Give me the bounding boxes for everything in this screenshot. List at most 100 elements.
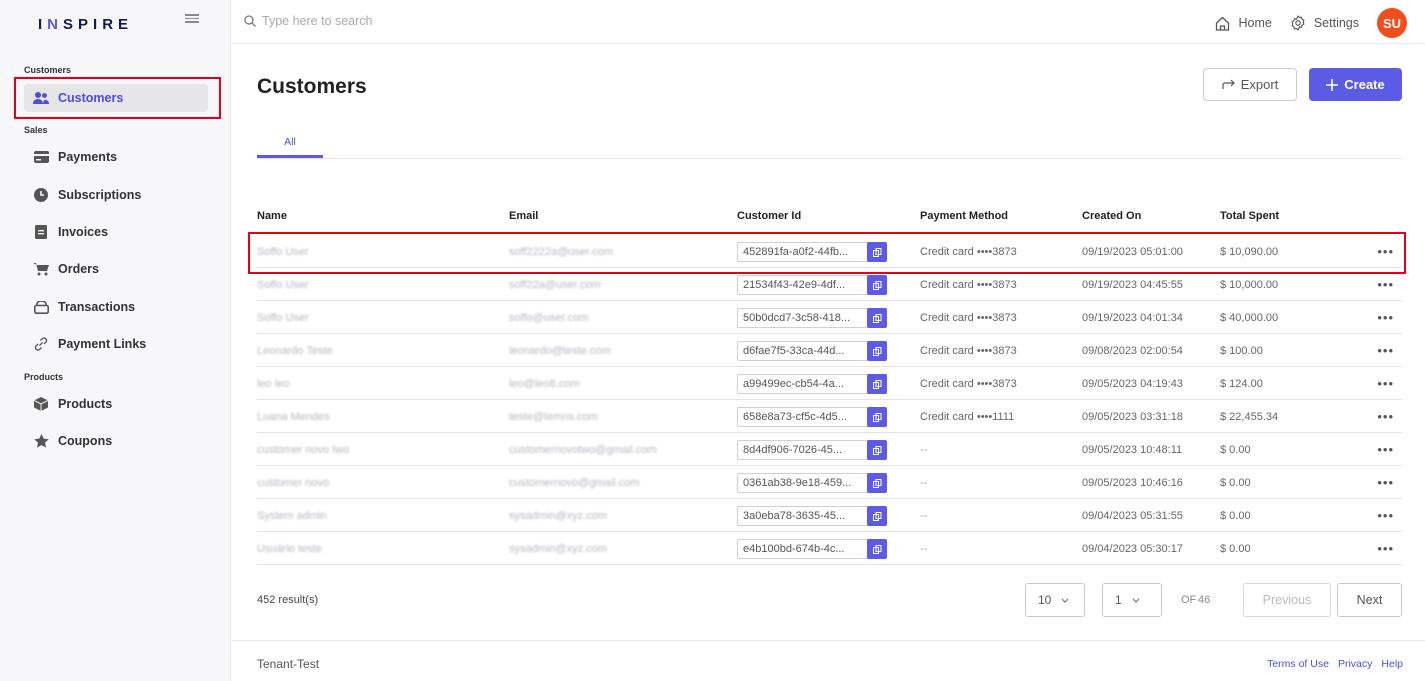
page-size-select[interactable]: 10 bbox=[1025, 583, 1085, 617]
column-header-created-on[interactable]: Created On bbox=[1082, 210, 1141, 222]
of-label: OF bbox=[1181, 594, 1197, 606]
customer-id-field[interactable]: 658e8a73-cf5c-4d5... bbox=[737, 407, 887, 427]
more-options-icon[interactable]: ••• bbox=[1377, 367, 1394, 400]
customer-id-value: 658e8a73-cf5c-4d5... bbox=[743, 411, 847, 423]
more-options-icon[interactable]: ••• bbox=[1377, 466, 1394, 499]
cell-name: Luana Mendes bbox=[257, 410, 330, 423]
customer-id-field[interactable]: 50b0dcd7-3c58-418... bbox=[737, 308, 887, 328]
customer-id-field[interactable]: a99499ec-cb54-4a... bbox=[737, 374, 887, 394]
copy-icon[interactable] bbox=[867, 407, 887, 427]
more-options-icon[interactable]: ••• bbox=[1377, 301, 1394, 334]
total-pages: 46 bbox=[1198, 594, 1211, 606]
customer-id-value: a99499ec-cb54-4a... bbox=[743, 378, 844, 390]
logo-row: INSPIRE bbox=[0, 0, 231, 44]
sidebar-item-subscriptions[interactable]: Subscriptions bbox=[24, 181, 208, 209]
table-row[interactable]: Leonardo Teste leonardo@teste.com d6fae7… bbox=[257, 334, 1402, 367]
sidebar-item-payments[interactable]: Payments bbox=[24, 143, 208, 171]
section-label-sales: Sales bbox=[24, 125, 48, 135]
copy-icon[interactable] bbox=[867, 506, 887, 526]
cell-created-on: 09/05/2023 04:19:43 bbox=[1082, 377, 1183, 390]
cell-total-spent: $ 22,455.34 bbox=[1220, 410, 1279, 423]
sidebar-item-orders[interactable]: Orders bbox=[24, 255, 208, 283]
cell-name: Soffo User bbox=[257, 311, 309, 324]
copy-icon[interactable] bbox=[867, 539, 887, 559]
copy-icon[interactable] bbox=[867, 308, 887, 328]
customer-id-value: e4b100bd-674b-4c... bbox=[743, 543, 845, 555]
table-row[interactable]: Luana Mendes teste@temns.com 658e8a73-cf… bbox=[257, 400, 1402, 433]
settings-link[interactable]: Settings bbox=[1290, 15, 1359, 31]
sidebar: INSPIRE Customers Customers Sales Paymen… bbox=[0, 0, 231, 681]
hamburger-menu-icon[interactable] bbox=[185, 12, 199, 26]
sidebar-item-label: Payment Links bbox=[58, 337, 147, 351]
copy-icon[interactable] bbox=[867, 473, 887, 493]
export-button[interactable]: Export bbox=[1203, 68, 1297, 101]
cell-email: customernovo@gmail.com bbox=[509, 476, 640, 489]
previous-button[interactable]: Previous bbox=[1243, 583, 1331, 617]
cell-name: System admin bbox=[257, 509, 327, 522]
more-options-icon[interactable]: ••• bbox=[1377, 532, 1394, 565]
column-header-customer-id[interactable]: Customer Id bbox=[737, 210, 801, 222]
customer-id-field[interactable]: 0361ab38-9e18-459... bbox=[737, 473, 887, 493]
cell-name: Usuário teste bbox=[257, 542, 322, 555]
customer-id-field[interactable]: 8d4df906-7026-45... bbox=[737, 440, 887, 460]
tab-all[interactable]: All bbox=[257, 132, 323, 158]
copy-icon[interactable] bbox=[867, 275, 887, 295]
sidebar-item-payment-links[interactable]: Payment Links bbox=[24, 330, 208, 358]
footer-divider bbox=[232, 640, 1425, 641]
home-link[interactable]: Home bbox=[1215, 16, 1272, 31]
sidebar-item-coupons[interactable]: Coupons bbox=[24, 427, 208, 455]
sidebar-item-transactions[interactable]: Transactions bbox=[24, 293, 208, 321]
copy-icon[interactable] bbox=[867, 374, 887, 394]
customer-id-field[interactable]: 21534f43-42e9-4df... bbox=[737, 275, 887, 295]
table-row[interactable]: leo leo leo@leo8.com a99499ec-cb54-4a...… bbox=[257, 367, 1402, 400]
highlight-box-sidebar bbox=[14, 77, 221, 119]
more-options-icon[interactable]: ••• bbox=[1377, 334, 1394, 367]
more-options-icon[interactable]: ••• bbox=[1377, 400, 1394, 433]
terms-link[interactable]: Terms of Use bbox=[1267, 658, 1329, 670]
copy-icon[interactable] bbox=[867, 341, 887, 361]
privacy-link[interactable]: Privacy bbox=[1338, 658, 1372, 670]
cell-total-spent: $ 100.00 bbox=[1220, 344, 1263, 357]
copy-icon[interactable] bbox=[867, 440, 887, 460]
cell-created-on: 09/04/2023 05:30:17 bbox=[1082, 542, 1183, 555]
next-button[interactable]: Next bbox=[1337, 583, 1402, 617]
column-header-email[interactable]: Email bbox=[509, 210, 538, 222]
cell-payment-method: Credit card ••••1111 bbox=[920, 410, 1015, 423]
tenant-name: Tenant-Test bbox=[257, 657, 320, 671]
table-row[interactable]: Soffo User soffo@user.com 50b0dcd7-3c58-… bbox=[257, 301, 1402, 334]
column-header-total-spent[interactable]: Total Spent bbox=[1220, 210, 1279, 222]
help-link[interactable]: Help bbox=[1381, 658, 1403, 670]
column-header-name[interactable]: Name bbox=[257, 210, 287, 222]
cell-name: leo leo bbox=[257, 377, 290, 390]
customer-id-field[interactable]: d6fae7f5-33ca-44d... bbox=[737, 341, 887, 361]
table-row[interactable]: customer novo customernovo@gmail.com 036… bbox=[257, 466, 1402, 499]
page-title: Customers bbox=[257, 75, 367, 98]
customer-id-value: 50b0dcd7-3c58-418... bbox=[743, 312, 851, 324]
customer-id-value: 21534f43-42e9-4df... bbox=[743, 279, 846, 291]
table-row[interactable]: customer novo two customernovotwo@gmail.… bbox=[257, 433, 1402, 466]
link-icon bbox=[32, 335, 50, 353]
page-select[interactable]: 1 bbox=[1102, 583, 1162, 617]
customer-id-field[interactable]: e4b100bd-674b-4c... bbox=[737, 539, 887, 559]
more-options-icon[interactable]: ••• bbox=[1377, 499, 1394, 532]
table-row[interactable]: Usuário teste sysadmin@xyz.com e4b100bd-… bbox=[257, 532, 1402, 565]
more-options-icon[interactable]: ••• bbox=[1377, 433, 1394, 466]
cell-total-spent: $ 124.00 bbox=[1220, 377, 1263, 390]
cart-icon bbox=[32, 260, 50, 278]
customer-id-field[interactable]: 3a0eba78-3635-45... bbox=[737, 506, 887, 526]
avatar[interactable]: SU bbox=[1377, 8, 1407, 38]
customer-id-value: 0361ab38-9e18-459... bbox=[743, 477, 852, 489]
gear-icon bbox=[1291, 15, 1305, 31]
table-row[interactable]: System admin sysadmin@xyz.com 3a0eba78-3… bbox=[257, 499, 1402, 532]
sidebar-item-invoices[interactable]: Invoices bbox=[24, 218, 208, 246]
cell-total-spent: $ 40,000.00 bbox=[1220, 311, 1279, 324]
sidebar-item-products[interactable]: Products bbox=[24, 390, 208, 418]
column-header-payment-method[interactable]: Payment Method bbox=[920, 210, 1008, 222]
cell-name: customer novo two bbox=[257, 443, 350, 456]
search-input[interactable]: Type here to search bbox=[244, 14, 372, 28]
sidebar-item-label: Payments bbox=[58, 150, 118, 164]
create-button[interactable]: Create bbox=[1309, 68, 1402, 101]
cell-email: leonardo@teste.com bbox=[509, 344, 611, 357]
home-label: Home bbox=[1238, 16, 1272, 30]
cell-total-spent: $ 0.00 bbox=[1220, 509, 1251, 522]
